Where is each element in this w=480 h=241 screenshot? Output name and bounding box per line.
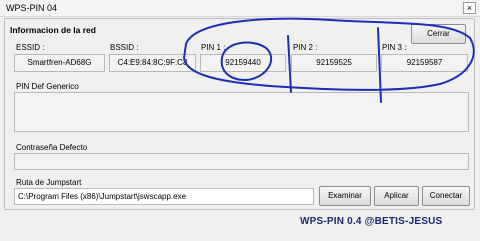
password-def-field[interactable] — [14, 153, 469, 170]
aplicar-button[interactable]: Aplicar — [374, 186, 419, 206]
essid-label: ESSID : — [16, 43, 45, 52]
pin1-label: PIN 1 : — [201, 43, 226, 52]
group-title: Informacion de la red — [10, 25, 96, 35]
password-def-label: Contraseña Defecto — [16, 143, 88, 152]
conectar-button[interactable]: Conectar — [422, 186, 470, 206]
brand-text: WPS-PIN 0.4 @BETIS-JESUS — [300, 216, 443, 227]
bssid-field[interactable]: C4:E9:84:8C:9F:C8 — [109, 54, 196, 72]
jumpstart-path-field[interactable]: C:\Program Files (x86)\Jumpstart\jswscap… — [14, 188, 314, 205]
pin-def-area[interactable] — [14, 92, 469, 132]
cerrar-button[interactable]: Cerrar — [411, 24, 466, 44]
window-title: WPS-PIN 04 — [6, 3, 58, 13]
pin2-label: PIN 2 : — [293, 43, 318, 52]
title-bar: WPS-PIN 04 × — [0, 0, 480, 17]
close-window-icon[interactable]: × — [463, 2, 476, 14]
pin2-field[interactable]: 92159525 — [291, 54, 377, 72]
jumpstart-label: Ruta de Jumpstart — [16, 178, 82, 187]
pin-def-label: PIN Def Generico — [16, 82, 79, 91]
essid-field[interactable]: Smartfren-AD68G — [14, 54, 105, 72]
pin3-field[interactable]: 92159587 — [381, 54, 468, 72]
pin1-field[interactable]: 92159440 — [200, 54, 286, 72]
bssid-label: BSSID : — [110, 43, 139, 52]
pin3-label: PIN 3 : — [382, 43, 407, 52]
examinar-button[interactable]: Examinar — [319, 186, 371, 206]
